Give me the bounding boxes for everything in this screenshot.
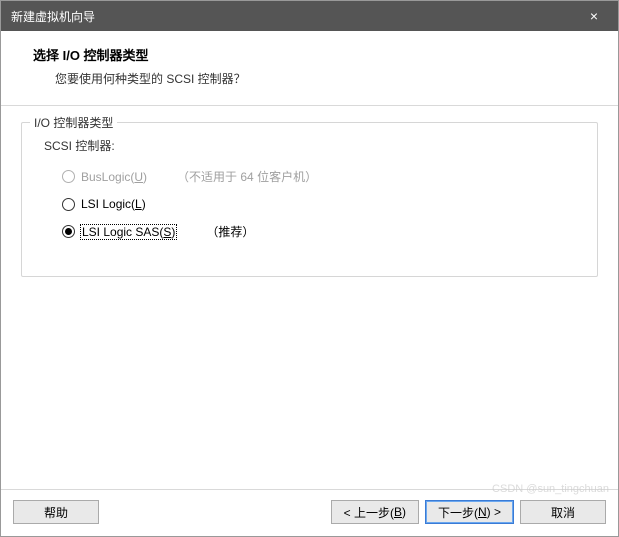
radio-lsi-logic-sas[interactable]: LSI Logic SAS(S) （推荐） — [38, 223, 581, 240]
footer-buttons: < 上一步(B) 下一步(N) > 取消 — [331, 500, 606, 524]
close-icon[interactable]: × — [578, 5, 610, 27]
radio-hint: （推荐） — [206, 223, 254, 240]
radio-hint: （不适用于 64 位客户机） — [177, 168, 317, 185]
page-title: 选择 I/O 控制器类型 — [33, 45, 596, 64]
titlebar: 新建虚拟机向导 × — [1, 1, 618, 31]
radio-buslogic: BusLogic(U) （不适用于 64 位客户机） — [38, 168, 581, 185]
radio-lsi-logic[interactable]: LSI Logic(L) — [38, 197, 581, 211]
radio-icon — [62, 225, 75, 238]
wizard-content: I/O 控制器类型 SCSI 控制器: BusLogic(U) （不适用于 64… — [1, 106, 618, 489]
wizard-header: 选择 I/O 控制器类型 您要使用何种类型的 SCSI 控制器？ — [1, 31, 618, 106]
cancel-button[interactable]: 取消 — [520, 500, 606, 524]
window-title: 新建虚拟机向导 — [11, 8, 578, 25]
io-controller-fieldset: I/O 控制器类型 SCSI 控制器: BusLogic(U) （不适用于 64… — [21, 122, 598, 277]
next-button[interactable]: 下一步(N) > — [425, 500, 514, 524]
radio-icon — [62, 198, 75, 211]
radio-label: LSI Logic(L) — [81, 197, 146, 211]
help-button[interactable]: 帮助 — [13, 500, 99, 524]
fieldset-legend: I/O 控制器类型 — [30, 114, 117, 131]
radio-label: LSI Logic SAS(S) — [81, 225, 176, 239]
wizard-footer: 帮助 < 上一步(B) 下一步(N) > 取消 — [1, 489, 618, 536]
back-button[interactable]: < 上一步(B) — [331, 500, 419, 524]
scsi-controller-label: SCSI 控制器: — [38, 137, 581, 154]
page-subtitle: 您要使用何种类型的 SCSI 控制器？ — [33, 70, 596, 87]
radio-label: BusLogic(U) — [81, 170, 147, 184]
radio-icon — [62, 170, 75, 183]
